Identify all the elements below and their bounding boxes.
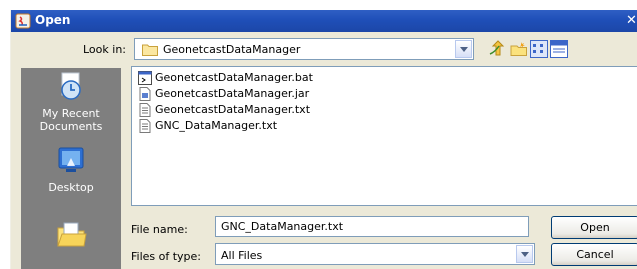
file-name: GeonetcastDataManager.jar: [155, 87, 310, 100]
file-name: GeonetcastDataManager.txt: [155, 103, 311, 116]
up-one-level-icon[interactable]: [488, 40, 506, 58]
my-documents-icon: [57, 222, 87, 247]
place-label: Desktop: [48, 181, 94, 194]
file-list[interactable]: GeonetcastDataManager.bat GeonetcastData…: [131, 66, 637, 206]
file-name: GNC_DataManager.txt: [155, 119, 278, 132]
jar-file-icon: [139, 87, 151, 101]
look-in-combo[interactable]: GeonetcastDataManager: [134, 38, 474, 60]
place-label: My Recent Documents: [39, 107, 103, 133]
look-in-value: GeonetcastDataManager: [163, 43, 301, 56]
open-dialog: Open ✕ Look in: GeonetcastDataManager My…: [10, 10, 637, 269]
place-my-recent-documents[interactable]: My Recent Documents: [21, 70, 121, 133]
java-app-icon: [15, 13, 31, 29]
file-type-value: All Files: [221, 249, 263, 262]
place-desktop[interactable]: Desktop: [21, 144, 121, 194]
create-new-folder-icon[interactable]: [510, 40, 528, 58]
file-type-label: Files of type:: [131, 250, 202, 263]
details-view-icon[interactable]: [550, 40, 568, 58]
list-view-icon[interactable]: [530, 40, 548, 58]
close-icon[interactable]: ✕: [626, 13, 637, 29]
places-bar: My Recent Documents Desktop: [21, 68, 121, 269]
look-in-dropdown-button[interactable]: [455, 40, 472, 58]
file-type-combo[interactable]: All Files: [215, 243, 535, 265]
chevron-down-icon: [460, 47, 468, 52]
text-file-icon: [139, 103, 151, 117]
file-name: GeonetcastDataManager.bat: [155, 71, 313, 84]
look-in-label: Look in:: [83, 43, 126, 56]
file-name-input[interactable]: GNC_DataManager.txt: [215, 216, 529, 237]
cancel-button[interactable]: Cancel: [551, 243, 637, 266]
file-name-label: File name:: [131, 223, 188, 236]
my-recent-documents-icon: [61, 72, 81, 100]
window-title: Open: [35, 13, 71, 27]
desktop-icon: [58, 147, 84, 172]
place-my-documents[interactable]: [21, 218, 121, 255]
open-button[interactable]: Open: [551, 216, 637, 239]
batch-file-icon: [138, 71, 152, 85]
file-type-dropdown-button[interactable]: [516, 245, 533, 263]
text-file-icon: [139, 119, 151, 133]
title-bar[interactable]: Open ✕: [11, 10, 637, 32]
chevron-down-icon: [521, 252, 529, 257]
folder-icon: [142, 44, 158, 56]
